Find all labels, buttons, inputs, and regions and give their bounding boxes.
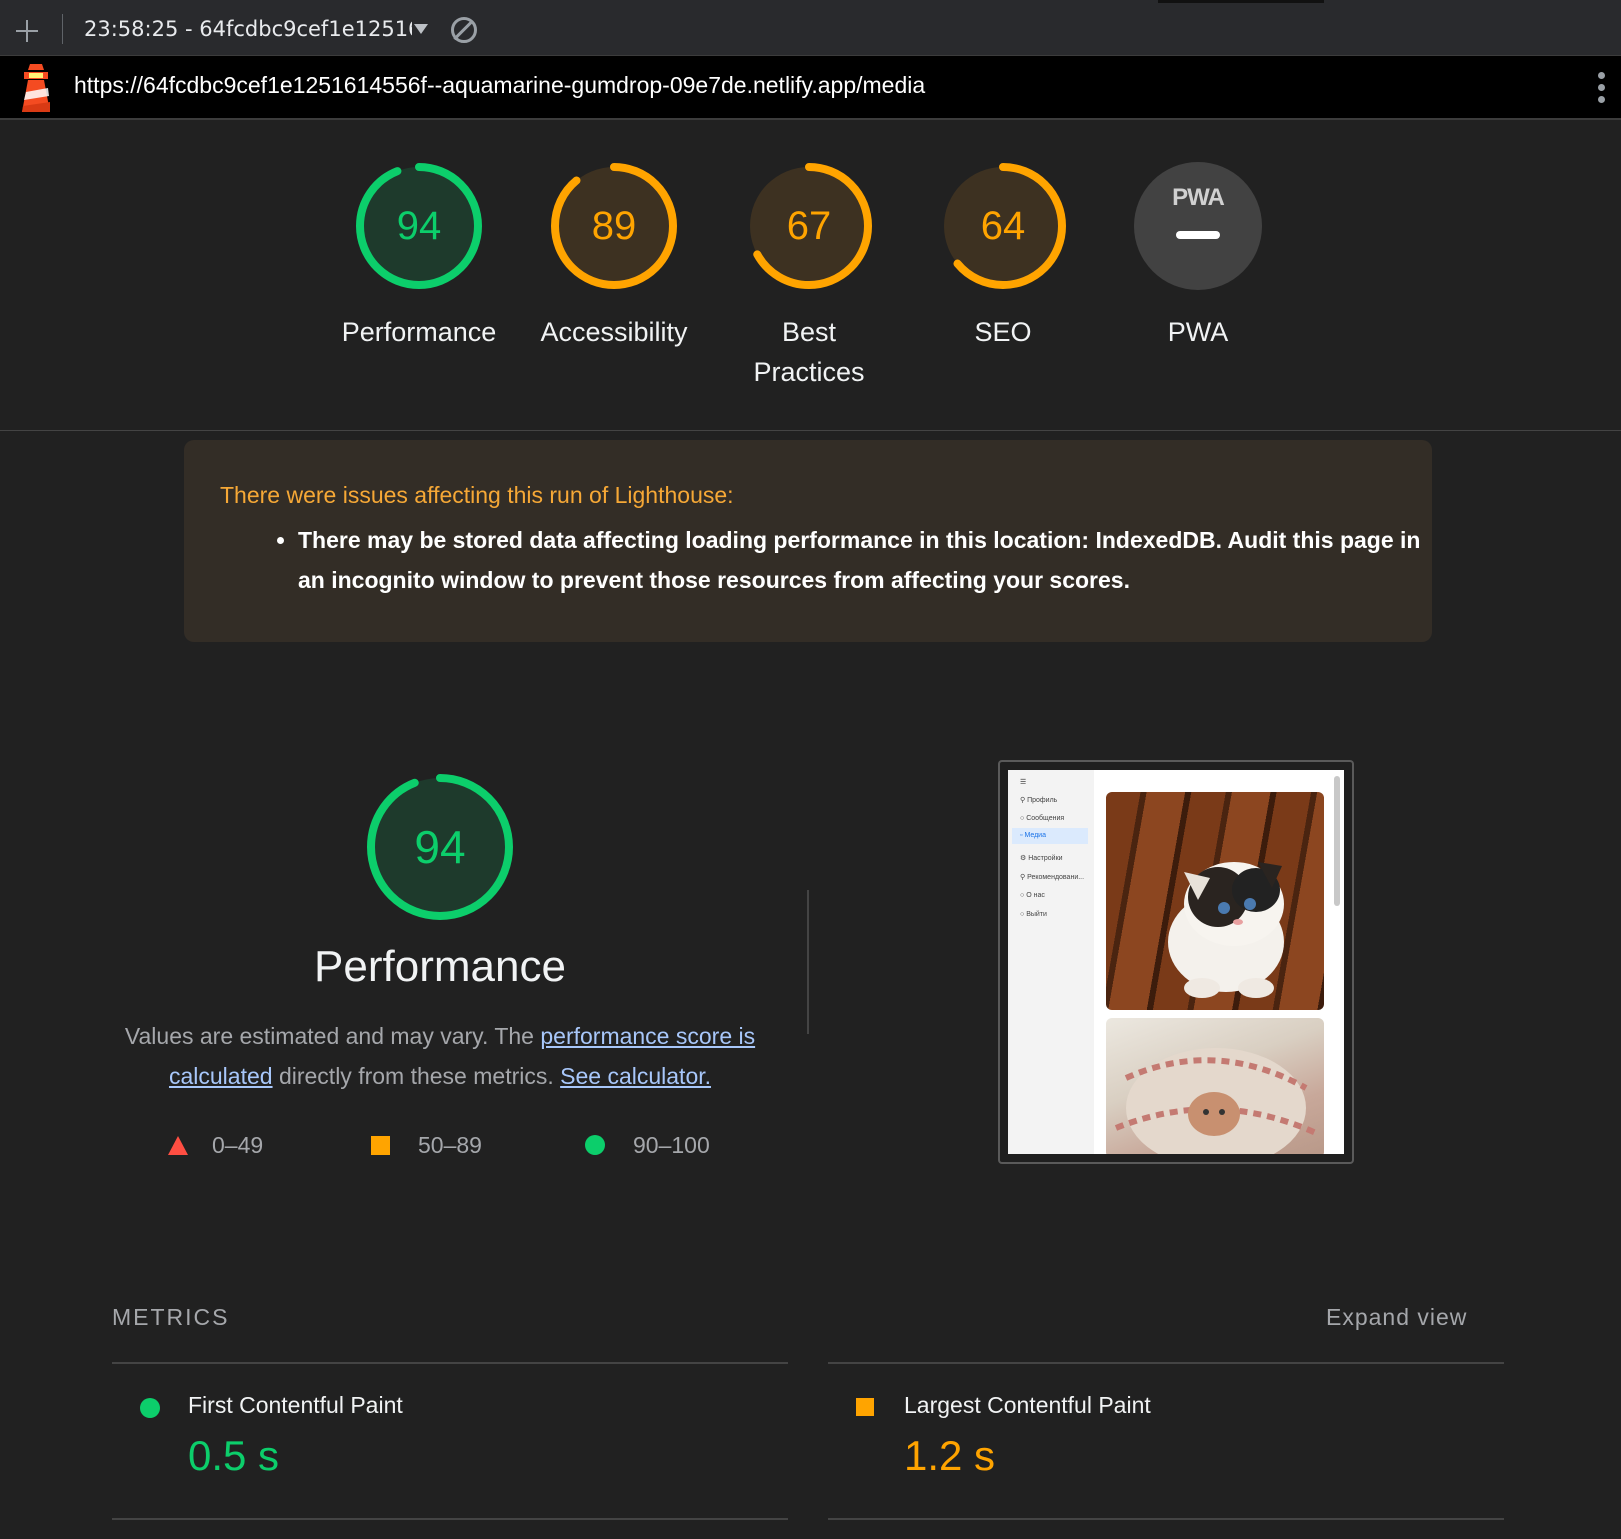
lighthouse-icon — [22, 64, 50, 112]
warning-item: There may be stored data affecting loadi… — [298, 520, 1428, 600]
metric-label: First Contentful Paint — [188, 1392, 403, 1418]
section-divider — [0, 430, 1621, 431]
circle-icon — [140, 1398, 160, 1418]
sidebar-item-active: ▫ Медиа — [1012, 828, 1088, 844]
metrics-rule — [828, 1518, 1504, 1520]
screenshot-page: ☰ ⚲ Профиль ○ Сообщения ▫ Медиа ⚙ Настро… — [1008, 770, 1344, 1154]
report-selector[interactable]: 23:58:25 - 64fcdbc9cef1e1251614556f — [84, 14, 429, 44]
sidebar-item: ○ Сообщения — [1020, 815, 1065, 822]
screenshot-sidebar: ☰ ⚲ Профиль ○ Сообщения ▫ Медиа ⚙ Настро… — [1008, 770, 1094, 1154]
run-warnings: There were issues affecting this run of … — [184, 440, 1432, 642]
gauge-score: 67 — [786, 203, 832, 248]
desc-middle: directly from these metrics. — [272, 1063, 561, 1089]
square-icon — [371, 1135, 390, 1155]
performance-gauge: 94 — [366, 773, 514, 921]
chevron-down-icon[interactable] — [414, 24, 428, 34]
screenshot-scrollbar — [1334, 776, 1340, 906]
sidebar-item: ○ О нас — [1020, 892, 1045, 899]
gauge-score: 94 — [396, 203, 442, 248]
gauge-label: Performance — [341, 317, 497, 347]
metric-label: Largest Contentful Paint — [904, 1392, 1151, 1418]
metric-first-contentful-paint: First Contentful Paint 0.5 s — [112, 1390, 752, 1510]
pwa-badge-icon: PWA — [1134, 162, 1262, 290]
kitten-photo — [1106, 792, 1324, 1010]
metrics-rule — [828, 1362, 1504, 1364]
report-url-bar: https://64fcdbc9cef1e1251614556f--aquama… — [0, 56, 1621, 120]
gauge-label: SEO — [974, 317, 1032, 347]
metrics-rule — [112, 1518, 788, 1520]
metric-value: 0.5 s — [188, 1432, 280, 1479]
metric-largest-contentful-paint: Largest Contentful Paint 1.2 s — [828, 1390, 1468, 1510]
square-icon — [856, 1398, 874, 1416]
sidebar-item: ⚲ Профиль — [1020, 797, 1058, 804]
sidebar-item: ⚙ Настройки — [1020, 855, 1063, 862]
gauge-score: 64 — [980, 203, 1026, 248]
pwa-na-dash — [1176, 231, 1220, 239]
metrics-rule — [112, 1362, 788, 1364]
pwa-badge-text: PWA — [1172, 184, 1225, 211]
active-tab-indicator — [1158, 0, 1324, 3]
warning-title: There were issues affecting this run of … — [220, 482, 734, 508]
gauge-label: Best Practices — [753, 317, 865, 387]
final-screenshot[interactable]: ☰ ⚲ Профиль ○ Сообщения ▫ Медиа ⚙ Настро… — [998, 760, 1354, 1164]
legend-average: 50–89 — [371, 1130, 482, 1160]
warning-list: There may be stored data affecting loadi… — [264, 520, 1428, 600]
metrics-heading: METRICS — [112, 1304, 230, 1330]
kebab-menu-icon[interactable] — [1598, 72, 1606, 106]
menu-icon: ☰ — [1020, 779, 1027, 786]
gauge-label: PWA — [1167, 317, 1229, 347]
legend-range: 90–100 — [633, 1131, 710, 1158]
legend-pass: 90–100 — [585, 1130, 710, 1160]
legend-range: 0–49 — [212, 1131, 264, 1158]
legend-range: 50–89 — [418, 1131, 482, 1158]
devtools-lighthouse-toolbar: 23:58:25 - 64fcdbc9cef1e1251614556f — [0, 0, 1621, 56]
toolbar-divider — [62, 14, 63, 44]
metric-value: 1.2 s — [904, 1432, 996, 1479]
desc-prefix: Values are estimated and may vary. The — [124, 1023, 541, 1049]
performance-score: 94 — [414, 821, 466, 873]
plus-icon[interactable] — [12, 16, 42, 46]
see-calculator-link[interactable]: See calculator. — [560, 1063, 711, 1089]
legend-fail: 0–49 — [168, 1130, 263, 1160]
report-url: https://64fcdbc9cef1e1251614556f--aquama… — [74, 72, 926, 98]
clear-icon[interactable] — [451, 17, 477, 43]
performance-description: Values are estimated and may vary. The p… — [100, 1016, 780, 1096]
vertical-divider — [807, 890, 809, 1034]
gauge-score: 89 — [591, 203, 637, 248]
kitten-photo — [1106, 1018, 1324, 1154]
sidebar-item: ○ Выйти — [1020, 911, 1047, 918]
performance-title: Performance — [314, 942, 566, 991]
circle-icon — [585, 1135, 605, 1155]
report-title: 23:58:25 - 64fcdbc9cef1e1251614556f — [84, 17, 412, 41]
triangle-icon — [168, 1135, 188, 1155]
gauge-label: Accessibility — [540, 317, 688, 347]
expand-view-button[interactable]: Expand view — [1326, 1304, 1467, 1331]
sidebar-item: ⚲ Рекомендовани... — [1020, 874, 1085, 881]
